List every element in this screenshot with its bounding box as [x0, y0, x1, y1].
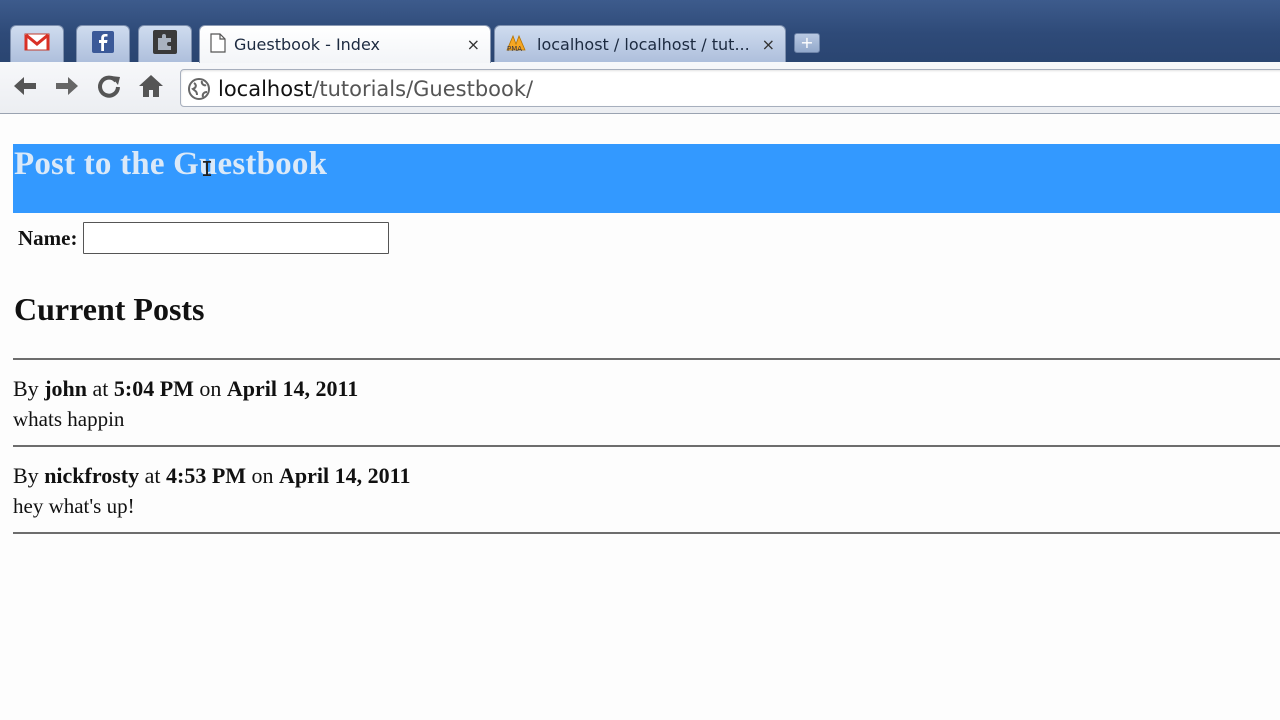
post-body: whats happin: [13, 407, 125, 431]
tab-close-icon[interactable]: ×: [762, 35, 775, 54]
post-date: April 14, 2011: [279, 463, 411, 488]
url-text: localhost/tutorials/Guestbook/: [218, 77, 533, 101]
page-content: Post to the Guestbook Name: Current Post…: [0, 115, 1280, 720]
post-author: nickfrosty: [44, 463, 140, 488]
url-host: localhost: [218, 77, 313, 101]
post-time: 4:53 PM: [166, 463, 247, 488]
post-meta: By john at 5:04 PM on April 14, 2011: [13, 376, 358, 402]
post-at-text: at: [92, 376, 109, 401]
new-tab-button[interactable]: +: [794, 33, 820, 53]
browser-toolbar: localhost/tutorials/Guestbook/: [0, 62, 1280, 114]
tab-phpmyadmin[interactable]: PMA localhost / localhost / tut... ×: [494, 25, 786, 62]
tab-label: Guestbook - Index: [234, 35, 380, 54]
divider: [13, 358, 1280, 360]
divider: [13, 532, 1280, 534]
back-arrow-icon: [12, 75, 38, 102]
page-icon: [210, 32, 226, 57]
post-on-text: on: [251, 463, 274, 488]
tab-extension[interactable]: [138, 25, 192, 62]
tab-gmail[interactable]: [10, 25, 64, 62]
tab-label: localhost / localhost / tut...: [537, 34, 750, 54]
post-by-text: By: [13, 463, 39, 488]
back-button[interactable]: [10, 73, 40, 103]
post-at-text: at: [144, 463, 161, 488]
post-by-text: By: [13, 376, 39, 401]
puzzle-icon: [153, 30, 177, 58]
post-author: john: [44, 376, 87, 401]
post-meta: By nickfrosty at 4:53 PM on April 14, 20…: [13, 463, 410, 489]
tab-guestbook[interactable]: Guestbook - Index ×: [199, 25, 491, 63]
banner-title: Post to the Guestbook: [14, 146, 328, 182]
svg-text:PMA: PMA: [507, 45, 522, 52]
post-on-text: on: [199, 376, 222, 401]
name-label: Name:: [18, 225, 78, 250]
home-button[interactable]: [136, 73, 166, 103]
forward-button[interactable]: [52, 73, 82, 103]
tab-facebook[interactable]: [76, 25, 130, 62]
current-posts-heading: Current Posts: [14, 291, 205, 327]
name-form-row: Name:: [18, 221, 390, 255]
name-input[interactable]: [83, 222, 390, 254]
reload-icon: [96, 73, 122, 104]
browser-titlebar: Guestbook - Index × PMA localhost / loca…: [0, 0, 1280, 63]
divider: [13, 445, 1280, 447]
post-time: 5:04 PM: [113, 376, 194, 401]
address-bar[interactable]: localhost/tutorials/Guestbook/: [180, 69, 1280, 107]
facebook-icon: [92, 31, 114, 57]
text-cursor-icon: I: [201, 157, 214, 181]
tab-close-icon[interactable]: ×: [467, 35, 480, 54]
globe-icon: [188, 78, 210, 105]
post-body: hey what's up!: [13, 494, 135, 518]
url-path: /tutorials/Guestbook/: [312, 77, 534, 101]
gmail-icon: [24, 32, 50, 56]
phpmyadmin-icon: PMA: [505, 32, 529, 56]
home-icon: [138, 74, 164, 103]
reload-button[interactable]: [94, 73, 124, 103]
forward-arrow-icon: [54, 75, 80, 102]
post-date: April 14, 2011: [226, 376, 359, 401]
